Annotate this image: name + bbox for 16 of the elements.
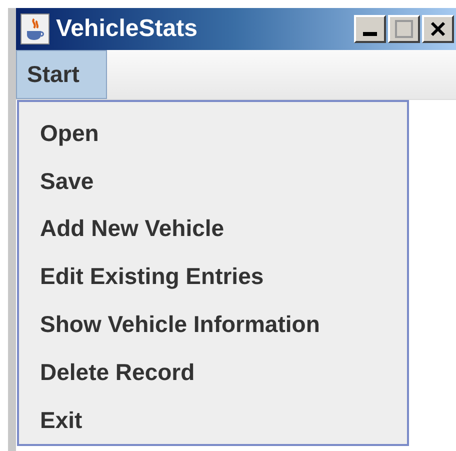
menu-item[interactable]: Show Vehicle Information (19, 300, 407, 348)
menu-item[interactable]: Add New Vehicle (19, 204, 407, 253)
close-button[interactable] (422, 15, 454, 43)
menu-item[interactable]: Exit (19, 396, 407, 444)
maximize-icon (395, 20, 413, 38)
menu-item[interactable]: Open (19, 109, 407, 157)
menu-item[interactable]: Delete Record (19, 348, 407, 396)
close-icon (430, 21, 446, 37)
window-title: VehicleStats (56, 17, 198, 41)
menu-item[interactable]: Edit Existing Entries (19, 252, 407, 300)
java-cup-icon (20, 13, 50, 45)
minimize-icon (363, 32, 377, 36)
menu-tab[interactable]: Start (16, 50, 107, 99)
minimize-button[interactable] (354, 15, 386, 43)
menu-item[interactable]: Save (19, 156, 407, 205)
maximize-button[interactable] (388, 15, 420, 43)
